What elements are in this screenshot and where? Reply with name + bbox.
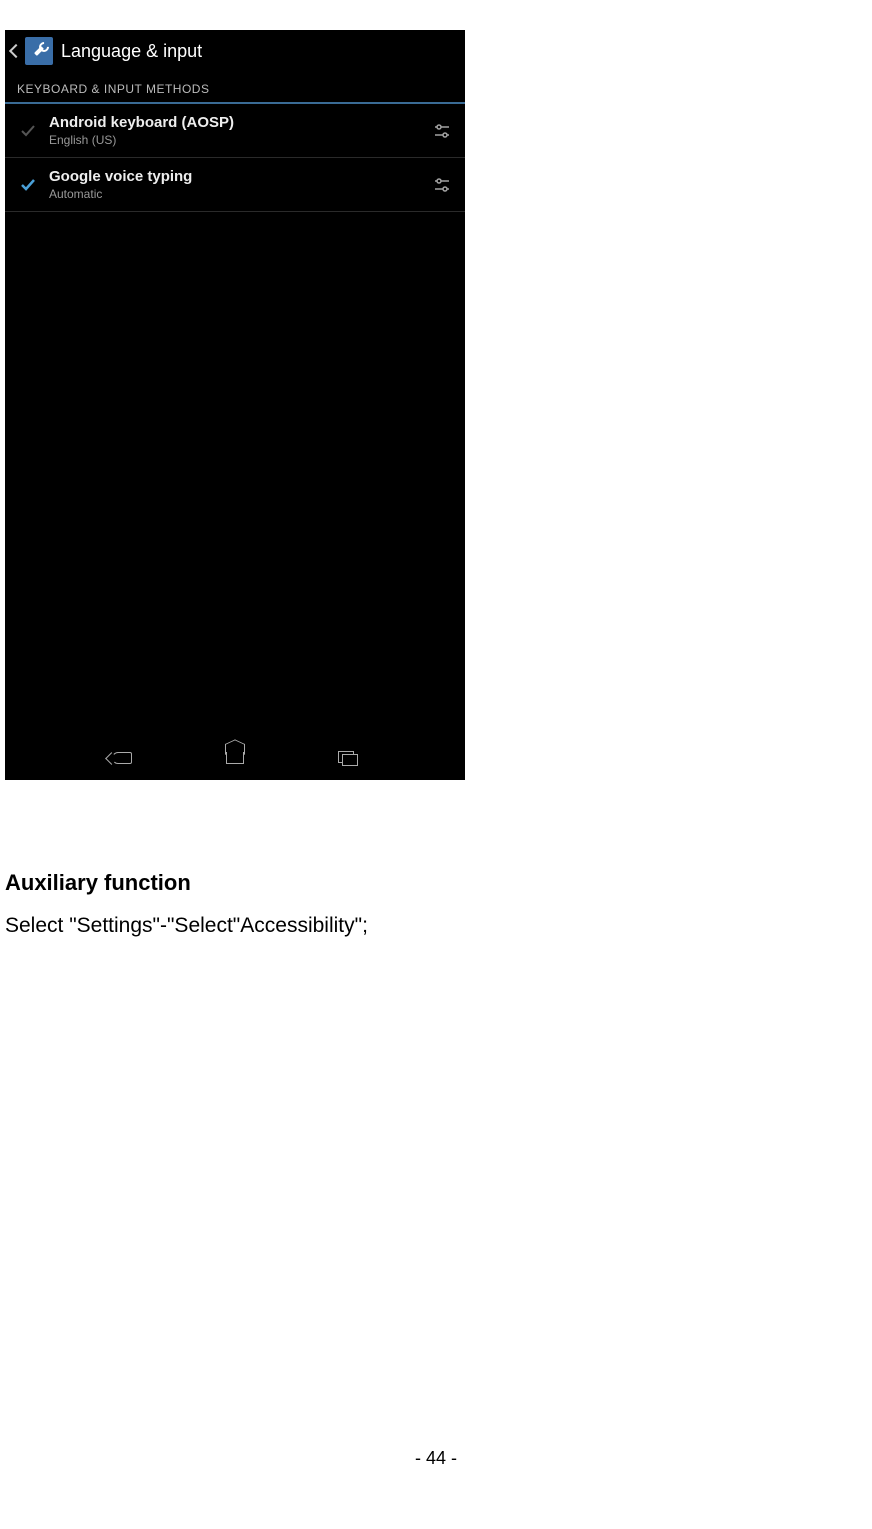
home-icon (226, 752, 244, 764)
page-number: - 44 - (0, 1448, 872, 1469)
sliders-icon[interactable] (431, 174, 453, 196)
recent-icon (338, 751, 358, 765)
back-button[interactable] (11, 37, 53, 65)
keyboard-item-aosp[interactable]: Android keyboard (AOSP) English (US) (5, 104, 465, 158)
keyboard-item-google-voice[interactable]: Google voice typing Automatic (5, 158, 465, 212)
chevron-left-icon (9, 44, 23, 58)
item-subtitle: English (US) (49, 133, 431, 147)
section-heading: Auxiliary function (5, 870, 825, 896)
checkbox-checked[interactable] (17, 177, 39, 193)
section-header: KEYBOARD & INPUT METHODS (5, 72, 465, 104)
settings-icon (25, 37, 53, 65)
body-text: Select "Settings"-"Select"Accessibility"… (5, 914, 825, 938)
checkbox-unchecked[interactable] (17, 123, 39, 139)
titlebar: Language & input (5, 30, 465, 72)
android-navbar (5, 736, 465, 780)
nav-recent-button[interactable] (334, 748, 362, 768)
back-icon (112, 752, 132, 764)
item-subtitle: Automatic (49, 187, 431, 201)
nav-home-button[interactable] (221, 748, 249, 768)
document-text: Auxiliary function Select "Settings"-"Se… (5, 870, 825, 938)
item-title: Android keyboard (AOSP) (49, 114, 431, 131)
nav-back-button[interactable] (108, 748, 136, 768)
sliders-icon[interactable] (431, 120, 453, 142)
item-title: Google voice typing (49, 168, 431, 185)
item-text: Android keyboard (AOSP) English (US) (39, 114, 431, 147)
item-text: Google voice typing Automatic (39, 168, 431, 201)
android-screenshot: Language & input KEYBOARD & INPUT METHOD… (5, 30, 465, 780)
wrench-icon (31, 43, 47, 59)
screen-title: Language & input (61, 41, 202, 62)
